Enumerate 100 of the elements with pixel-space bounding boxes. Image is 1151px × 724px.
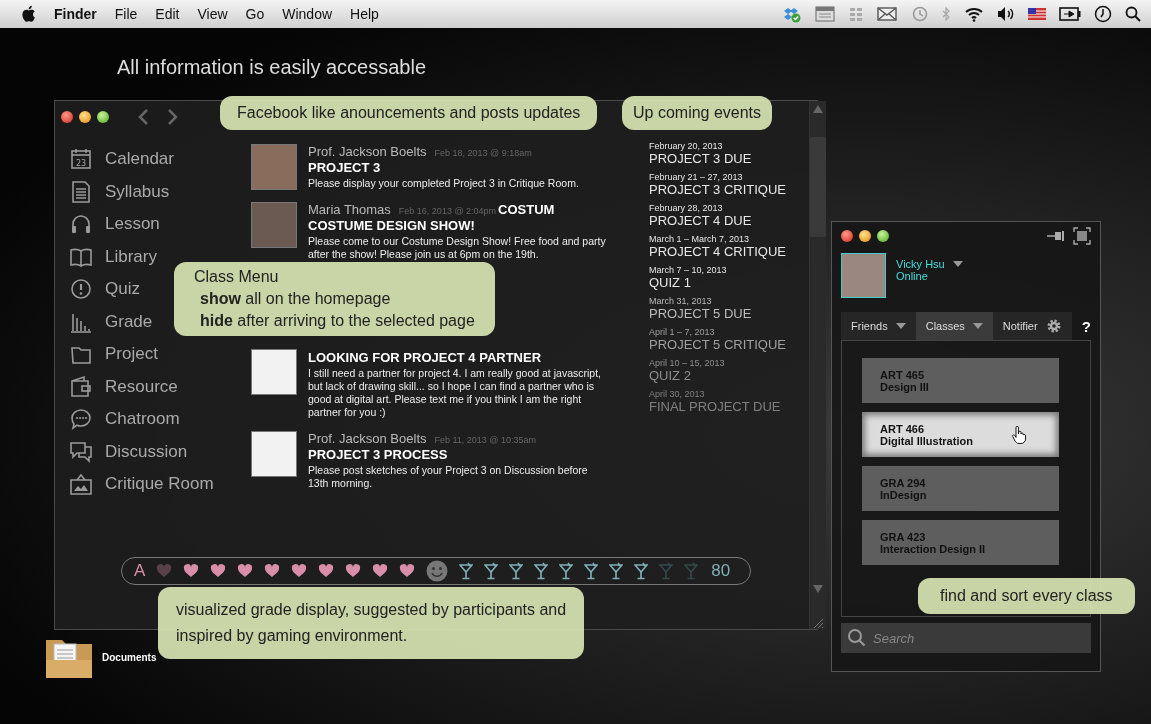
post-title-fragment: COSTUM — [498, 202, 555, 217]
tab[interactable]: Friends — [841, 312, 916, 340]
post-date: Feb 11, 2013 @ 10:35am — [434, 435, 537, 445]
scrollbar[interactable] — [809, 101, 826, 629]
post-title: PROJECT 3 — [308, 160, 382, 175]
annotation-text: visualized grade display, suggested by participants and — [176, 600, 567, 620]
event-date: March 7 – 10, 2013 — [649, 265, 728, 275]
menu-item[interactable]: Go — [245, 6, 265, 22]
post-title: COSTUME DESIGN SHOW! — [308, 218, 476, 233]
avatar-placeholder — [251, 431, 297, 477]
apple-logo-icon[interactable] — [20, 5, 36, 23]
discussion-icon — [69, 439, 93, 464]
scroll-up-icon[interactable] — [813, 105, 823, 113]
user-status: Online — [896, 270, 929, 282]
menu-item[interactable]: Help — [350, 6, 379, 22]
caret-icon[interactable] — [952, 261, 963, 267]
zoom-button[interactable] — [877, 230, 889, 242]
annotation-text: hide after arriving to the selected page — [199, 312, 475, 330]
annotation-text: Facebook like anouncements and posts updates — [237, 104, 581, 122]
event-date: April 30, 2013 — [649, 389, 706, 399]
event-date: March 31, 2013 — [649, 296, 713, 306]
flag-icon[interactable] — [1028, 7, 1046, 21]
sidebar-item[interactable]: Discussion — [69, 435, 251, 468]
close-button[interactable] — [841, 230, 853, 242]
post-title: LOOKING FOR PROJECT 4 PARTNER — [308, 350, 543, 365]
post-date: Feb 18, 2013 @ 9:18am — [434, 148, 532, 158]
event-title[interactable]: FINAL PROJECT DUE — [649, 399, 809, 414]
alert-icon — [69, 277, 93, 302]
smiley-icon — [426, 560, 449, 582]
annotation-text: show all on the homepage — [199, 290, 392, 308]
wifi-icon[interactable] — [964, 6, 984, 22]
avatar-placeholder — [251, 202, 297, 248]
mail-icon[interactable] — [877, 6, 897, 22]
event-title[interactable]: PROJECT 5 CRITIQUE — [649, 337, 809, 352]
tab[interactable]: Notifier — [992, 312, 1072, 340]
settings-icon — [1045, 318, 1062, 334]
tab[interactable]: Classes — [915, 312, 993, 340]
back-icon[interactable] — [137, 108, 149, 126]
menu-item[interactable]: View — [197, 6, 228, 22]
grade-letter: A — [134, 561, 146, 581]
volume-icon[interactable] — [997, 6, 1015, 22]
minimize-button[interactable] — [79, 111, 91, 123]
close-button[interactable] — [61, 111, 73, 123]
battery-icon[interactable] — [1059, 7, 1081, 21]
forward-icon[interactable] — [167, 108, 179, 126]
menu-item[interactable]: Window — [282, 6, 333, 22]
event-title[interactable]: PROJECT 4 DUE — [649, 213, 809, 228]
sidebar-item[interactable]: Syllabus — [69, 175, 251, 208]
event-date: March 1 – March 7, 2013 — [649, 234, 751, 244]
annotation-text: Class Menu — [194, 268, 280, 286]
picture-icon — [69, 472, 93, 497]
clock-icon[interactable] — [1094, 5, 1112, 23]
event-title[interactable]: PROJECT 5 DUE — [649, 306, 809, 321]
event-title[interactable]: PROJECT 3 CRITIQUE — [649, 182, 809, 197]
event-title[interactable]: QUIZ 2 — [649, 368, 809, 383]
sidebar-item[interactable]: Resource — [69, 370, 251, 403]
post-author[interactable]: Maria Thomas — [308, 202, 391, 217]
calendar-icon: 23 — [69, 147, 93, 172]
post-date: Feb 16, 2013 @ 2:04pm — [398, 206, 497, 216]
fullscreen-icon[interactable] — [1073, 227, 1091, 245]
annotation-text: find and sort every class — [940, 587, 1113, 605]
menu-item[interactable]: File — [114, 6, 138, 22]
pin-icon[interactable] — [1047, 230, 1067, 242]
resize-grip-icon[interactable] — [812, 617, 824, 629]
app-menu[interactable]: Finder — [54, 6, 97, 22]
event-title[interactable]: PROJECT 3 DUE — [649, 151, 809, 166]
grade-score: 80 — [711, 561, 731, 581]
scroll-down-icon[interactable] — [813, 585, 823, 593]
post-author[interactable]: Prof. Jackson Boelts — [308, 431, 427, 446]
search-field[interactable]: Search — [841, 623, 1091, 653]
desktop-icon-label[interactable]: Documents — [102, 651, 157, 663]
event-title[interactable]: PROJECT 4 CRITIQUE — [649, 244, 809, 259]
sidebar-item[interactable]: Project — [69, 338, 251, 371]
chat-icon — [69, 407, 93, 432]
user-name[interactable]: Vicky Hsu — [896, 258, 945, 270]
headline: All information is easily accessable — [117, 56, 427, 79]
post-author[interactable]: Prof. Jackson Boelts — [308, 144, 427, 159]
event-title[interactable]: QUIZ 1 — [649, 275, 809, 290]
avatar-placeholder — [251, 349, 297, 395]
event-date: April 10 – 15, 2013 — [649, 358, 726, 368]
scrollbar-thumb[interactable] — [810, 137, 826, 237]
event-date: February 21 – 27, 2013 — [649, 172, 744, 182]
event-date: February 20, 2013 — [649, 141, 724, 151]
search-icon[interactable] — [1125, 6, 1141, 22]
sidebar-item[interactable]: Lesson — [69, 208, 251, 241]
zoom-button[interactable] — [97, 111, 109, 123]
sidebar-item[interactable]: 23 Calendar — [69, 143, 251, 176]
class-card[interactable]: ART 466 Digital Illustration — [862, 412, 1059, 457]
sidebar-item[interactable]: Critique Room — [69, 468, 251, 501]
minimize-button[interactable] — [859, 230, 871, 242]
help-button[interactable]: ? — [1081, 317, 1091, 335]
annotation-text: Up coming events — [633, 104, 762, 122]
post-title: PROJECT 3 PROCESS — [308, 447, 449, 462]
sidebar-item[interactable]: Chatroom — [69, 403, 251, 436]
post-body: Please post sketches of your Project 3 on Discussion before 13th morning. — [308, 464, 589, 490]
menu-item[interactable]: Edit — [155, 6, 180, 22]
post-body: I still need a partner for project 4. I am really good at javascript, but lack of drawing skill... so I hope I can find a partner who is good at digital art. Please text me if you think I am the right partner for you :) — [308, 367, 602, 419]
avatar-placeholder — [251, 144, 297, 190]
calendar-icon[interactable] — [815, 6, 835, 22]
caret-icon — [895, 323, 906, 329]
